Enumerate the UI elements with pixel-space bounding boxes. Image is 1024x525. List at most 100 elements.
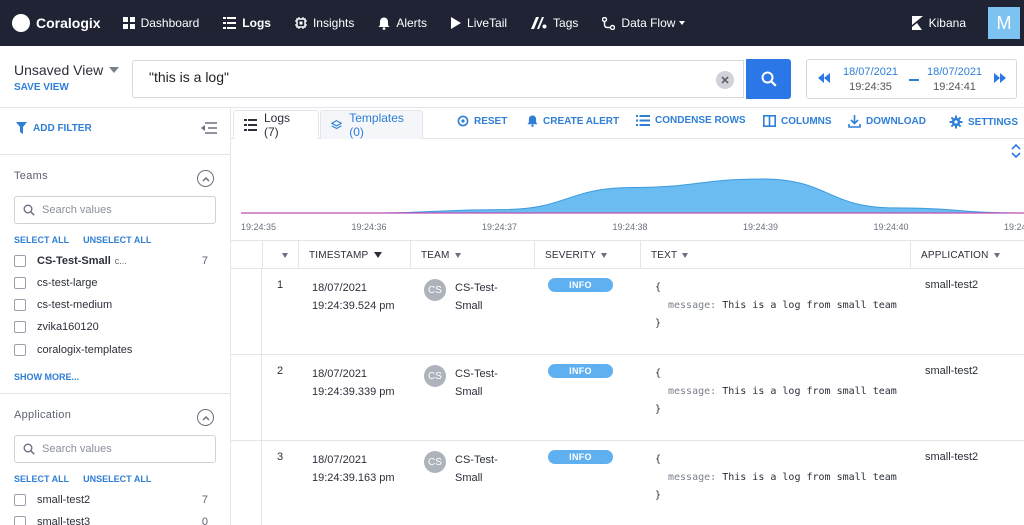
application-unselect-all[interactable]: UNSELECT ALL <box>83 474 151 484</box>
row-text[interactable]: { message: This is a log from small team… <box>655 365 897 419</box>
nav-tags[interactable]: Tags <box>531 16 578 30</box>
application-select-all[interactable]: SELECT ALL <box>14 474 69 484</box>
save-view-button[interactable]: SAVE VIEW <box>14 82 69 93</box>
application-header-label: APPLICATION <box>921 249 989 261</box>
expand-histogram-icon[interactable] <box>1011 143 1021 159</box>
team-column-header[interactable]: TEAM <box>410 241 534 269</box>
checkbox[interactable] <box>14 277 26 289</box>
row-menu-header[interactable] <box>262 241 298 269</box>
nav-insights[interactable]: Insights <box>294 16 355 30</box>
nav-logs[interactable]: Logs <box>223 16 271 30</box>
chevron-down-icon <box>454 252 461 258</box>
timestamp-column-header[interactable]: TIMESTAMP <box>298 241 410 269</box>
checkbox[interactable] <box>14 516 26 525</box>
team-filter-item[interactable]: CS-Test-Small c... 7 <box>14 252 214 270</box>
time-from-time: 19:24:35 <box>849 81 892 93</box>
download-button[interactable]: DOWNLOAD <box>848 115 926 128</box>
team-filter-item[interactable]: zvika160120 <box>14 318 214 336</box>
json-key: message: <box>668 386 717 397</box>
row-timestamp: 18/07/2021 19:24:39.339 pm <box>312 365 395 401</box>
teams-collapse-toggle[interactable] <box>197 170 214 187</box>
row-application: small-test2 <box>925 365 979 377</box>
user-avatar[interactable]: M <box>988 7 1020 39</box>
kibana-label: Kibana <box>928 16 966 30</box>
search-icon <box>761 71 777 87</box>
teams-unselect-all[interactable]: UNSELECT ALL <box>83 235 151 245</box>
columns-button[interactable]: COLUMNS <box>763 115 832 127</box>
search-button[interactable] <box>746 59 791 99</box>
nav-dataflow[interactable]: Data Flow <box>602 16 686 30</box>
checkbox[interactable] <box>14 321 26 333</box>
search-input[interactable]: "this is a log" <box>132 60 744 98</box>
row-time: 19:24:39.339 pm <box>312 386 395 398</box>
condense-rows-button[interactable]: CONDENSE ROWS <box>636 115 746 126</box>
row-text[interactable]: { message: This is a log from small team… <box>655 279 897 333</box>
settings-button[interactable]: SETTINGS <box>949 115 1018 129</box>
nav-alerts[interactable]: Alerts <box>378 16 427 30</box>
text-header-label: TEXT <box>651 249 678 261</box>
close-icon <box>721 76 729 84</box>
brand-logo[interactable]: Coralogix <box>12 14 101 32</box>
json-close-brace: } <box>655 318 662 329</box>
teams-show-more-button[interactable]: SHOW MORE... <box>14 372 79 382</box>
checkbox[interactable] <box>14 344 26 356</box>
top-navigation: Coralogix Dashboard Logs Insights Alerts… <box>0 0 1024 46</box>
sort-desc-icon <box>374 252 383 258</box>
severity-column-header[interactable]: SEVERITY <box>534 241 640 269</box>
application-filter-item[interactable]: small-test2 7 <box>14 491 214 509</box>
team-filter-item[interactable]: cs-test-medium <box>14 296 214 314</box>
table-row[interactable]: 3 18/07/2021 19:24:39.163 pm CS CS-Test- S… <box>231 441 1024 525</box>
x-tick-label: 19:24:35 <box>241 222 277 232</box>
view-selector[interactable]: Unsaved View <box>14 62 120 78</box>
team-filter-item[interactable]: coralogix-templates <box>14 341 214 359</box>
view-name: Unsaved View <box>14 62 104 78</box>
log-histogram[interactable]: 19:24:35 19:24:36 19:24:37 19:24:38 19:24:39… <box>231 139 1024 241</box>
team-filter-label: coralogix-templates <box>37 344 133 356</box>
time-range-picker[interactable]: 18/07/2021 19:24:35 18/07/2021 19:24:41 <box>806 59 1017 99</box>
filter-sidebar: ADD FILTER Teams Search values SELECT AL… <box>0 108 231 525</box>
json-value: This is a log from small team <box>722 386 897 397</box>
row-timestamp: 18/07/2021 19:24:39.163 pm <box>312 451 395 487</box>
teams-select-all[interactable]: SELECT ALL <box>14 235 69 245</box>
reset-label: RESET <box>474 115 508 127</box>
nav-livetail-label: LiveTail <box>467 16 508 30</box>
checkbox[interactable] <box>14 299 26 311</box>
nav-livetail[interactable]: LiveTail <box>451 16 507 30</box>
team-filter-count: 7 <box>201 255 208 267</box>
fast-forward-icon[interactable] <box>993 71 1007 85</box>
time-from[interactable]: 18/07/2021 19:24:35 <box>843 66 898 93</box>
teams-search-input[interactable]: Search values <box>14 196 216 224</box>
rewind-icon[interactable] <box>817 71 831 85</box>
play-icon <box>451 17 462 29</box>
time-to[interactable]: 18/07/2021 19:24:41 <box>927 66 982 93</box>
application-search-input[interactable]: Search values <box>14 435 216 463</box>
table-row[interactable]: 1 18/07/2021 19:24:39.524 pm CS CS-Test- S… <box>231 269 1024 355</box>
row-text[interactable]: { message: This is a log from small team… <box>655 451 897 505</box>
clear-search-button[interactable] <box>716 71 734 89</box>
brand-name: Coralogix <box>36 15 101 31</box>
tab-templates[interactable]: Templates (0) <box>320 110 423 139</box>
checkbox[interactable] <box>14 494 26 506</box>
table-row[interactable]: 2 18/07/2021 19:24:39.339 pm CS CS-Test- S… <box>231 355 1024 441</box>
nav-dashboard[interactable]: Dashboard <box>122 16 200 30</box>
divider <box>0 393 231 394</box>
row-number: 3 <box>277 451 284 463</box>
row-team: CS-Test- Small <box>455 279 498 315</box>
tab-logs[interactable]: Logs (7) <box>233 110 319 139</box>
text-column-header[interactable]: TEXT <box>640 241 910 269</box>
nav-insights-label: Insights <box>312 16 355 30</box>
list-icon <box>636 115 650 126</box>
application-collapse-toggle[interactable] <box>197 409 214 426</box>
team-filter-item[interactable]: cs-test-large <box>14 274 214 292</box>
nav-dashboard-label: Dashboard <box>140 16 200 30</box>
add-filter-button[interactable]: ADD FILTER <box>16 122 92 134</box>
kibana-link[interactable]: Kibana <box>911 16 966 30</box>
create-alert-button[interactable]: CREATE ALERT <box>527 115 619 127</box>
collapse-sidebar-icon[interactable] <box>200 122 217 134</box>
application-column-header[interactable]: APPLICATION <box>910 241 1024 269</box>
application-filter-item[interactable]: small-test3 0 <box>14 513 214 525</box>
checkbox[interactable] <box>14 255 26 267</box>
reset-button[interactable]: RESET <box>457 115 507 127</box>
team-avatar: CS <box>424 451 446 473</box>
time-range-separator <box>909 79 919 81</box>
